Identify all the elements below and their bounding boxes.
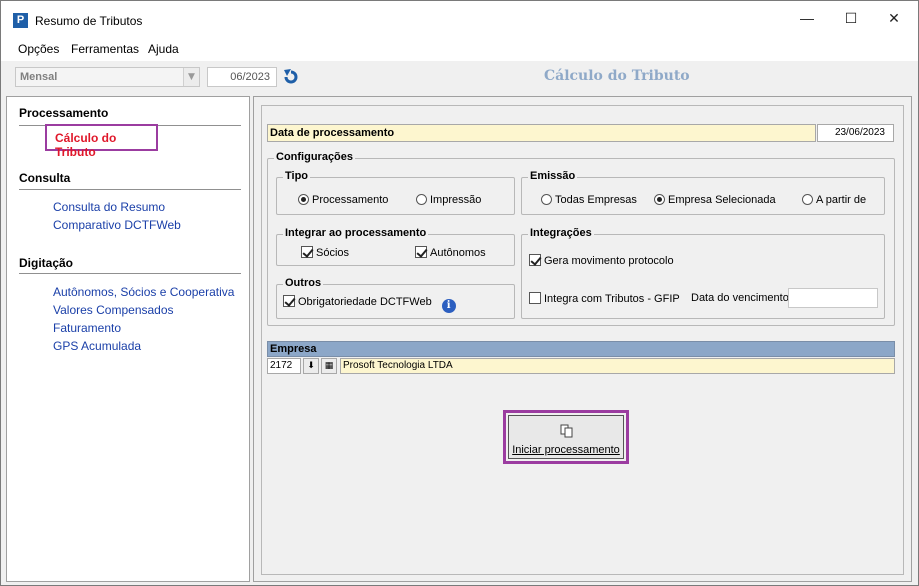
sidebar-item-comparativo-dctfweb[interactable]: Comparativo DCTFWeb (53, 218, 181, 232)
vencimento-input[interactable] (788, 288, 878, 308)
checkbox-obrig-label: Obrigatoriedade DCTFWeb (298, 296, 432, 308)
vencimento-label: Data do vencimento (691, 292, 789, 304)
page-title: Cálculo do Tributo (544, 68, 690, 84)
company-search-icon[interactable]: ▦ (321, 358, 337, 374)
sidebar-item-gps-acumulada[interactable]: GPS Acumulada (53, 339, 141, 353)
config-title: Configurações (274, 151, 356, 163)
tipo-title: Tipo (283, 170, 311, 182)
start-button-highlight: Iniciar processamento (503, 410, 629, 464)
app-icon: P (13, 13, 28, 28)
app-window: P Resumo de Tributos — ☐ ✕ Opções Ferram… (0, 0, 919, 586)
sidebar-item-consulta-do-resumo[interactable]: Consulta do Resumo (53, 200, 165, 214)
divider (19, 189, 241, 190)
radio-impressao[interactable]: Impressão (416, 194, 481, 206)
checkbox-unchecked-icon[interactable] (529, 292, 541, 304)
radio-a-partir-label: A partir de (816, 194, 867, 206)
outros-title: Outros (283, 277, 324, 289)
processing-date-row: Data de processamento (267, 124, 816, 142)
divider (19, 273, 241, 274)
radio-a-partir-de[interactable]: A partir de (802, 194, 866, 206)
checkbox-autonomos-label: Autônomos (430, 247, 486, 259)
integrar-title: Integrar ao processamento (283, 227, 429, 239)
menu-bar: Opções Ferramentas Ajuda (1, 35, 918, 61)
maximize-button[interactable]: ☐ (829, 1, 873, 35)
frequency-value: Mensal (20, 71, 58, 83)
checkbox-checked-icon[interactable] (301, 246, 313, 258)
radio-todas-label: Todas Empresas (555, 194, 637, 206)
download-icon[interactable]: ⬇ (303, 358, 319, 374)
processing-date-label: Data de processamento (270, 127, 395, 139)
period-input[interactable]: 06/2023 (207, 67, 277, 87)
empresa-header: Empresa (267, 341, 895, 357)
checkbox-checked-icon[interactable] (283, 295, 295, 307)
checkbox-checked-icon[interactable] (529, 254, 541, 266)
sidebar: Processamento Cálculo do Tributo Consult… (6, 96, 250, 582)
empresa-code-input[interactable]: 2172 (267, 358, 301, 374)
start-processing-label: Iniciar processamento (512, 444, 620, 456)
checkbox-gera-movimento[interactable]: Gera movimento protocolo (529, 254, 674, 267)
sidebar-item-autonomos[interactable]: Autônomos, Sócios e Cooperativa (53, 285, 234, 299)
radio-processamento[interactable]: Processamento (298, 194, 388, 206)
checkbox-gera-label: Gera movimento protocolo (544, 255, 674, 267)
minimize-button[interactable]: — (785, 1, 829, 35)
close-button[interactable]: ✕ (872, 1, 916, 35)
integracoes-title: Integrações (528, 227, 594, 239)
menu-ajuda[interactable]: Ajuda (148, 42, 179, 56)
sidebar-item-faturamento[interactable]: Faturamento (53, 321, 121, 335)
radio-todas-empresas[interactable]: Todas Empresas (541, 194, 637, 206)
sidebar-item-calculo-do-tributo[interactable]: Cálculo do Tributo (55, 131, 156, 159)
checkbox-integra-gfip[interactable]: Integra com Tributos - GFIP (529, 292, 680, 305)
empresa-name-field: Prosoft Tecnologia LTDA (340, 358, 895, 374)
radio-on-icon[interactable] (654, 194, 665, 205)
radio-processamento-label: Processamento (312, 194, 389, 206)
window-title: Resumo de Tributos (35, 14, 143, 28)
frequency-select[interactable]: Mensal ▼ (15, 67, 200, 87)
title-bar: P Resumo de Tributos — ☐ ✕ (1, 1, 918, 35)
section-processamento: Processamento (19, 106, 109, 120)
chevron-down-icon[interactable]: ▼ (183, 68, 199, 86)
info-icon[interactable]: i (441, 299, 456, 313)
menu-ferramentas[interactable]: Ferramentas (71, 42, 139, 56)
start-processing-button[interactable]: Iniciar processamento (508, 415, 624, 459)
refresh-icon[interactable] (282, 68, 300, 86)
checkbox-integra-label: Integra com Tributos - GFIP (544, 293, 680, 305)
sidebar-item-calculo-frame[interactable]: Cálculo do Tributo (45, 124, 158, 159)
radio-empresa-selecionada[interactable]: Empresa Selecionada (654, 194, 776, 206)
section-consulta: Consulta (19, 171, 71, 185)
empresa-title: Empresa (270, 343, 317, 355)
radio-off-icon[interactable] (416, 194, 427, 205)
radio-off-icon[interactable] (541, 194, 552, 205)
checkbox-obrigatoriedade-dctfweb[interactable]: Obrigatoriedade DCTFWeb i (283, 295, 456, 313)
checkbox-checked-icon[interactable] (415, 246, 427, 258)
checkbox-socios[interactable]: Sócios (301, 246, 349, 259)
sidebar-item-valores-compensados[interactable]: Valores Compensados (53, 303, 174, 317)
radio-on-icon[interactable] (298, 194, 309, 205)
checkbox-autonomos[interactable]: Autônomos (415, 246, 486, 259)
copy-icon (560, 424, 573, 438)
processing-date-field[interactable]: 23/06/2023 (817, 124, 894, 142)
section-digitacao: Digitação (19, 256, 74, 270)
radio-impressao-label: Impressão (430, 194, 482, 206)
emissao-title: Emissão (528, 170, 578, 182)
radio-empresa-label: Empresa Selecionada (668, 194, 776, 206)
checkbox-socios-label: Sócios (316, 247, 350, 259)
menu-opcoes[interactable]: Opções (18, 42, 59, 56)
radio-off-icon[interactable] (802, 194, 813, 205)
